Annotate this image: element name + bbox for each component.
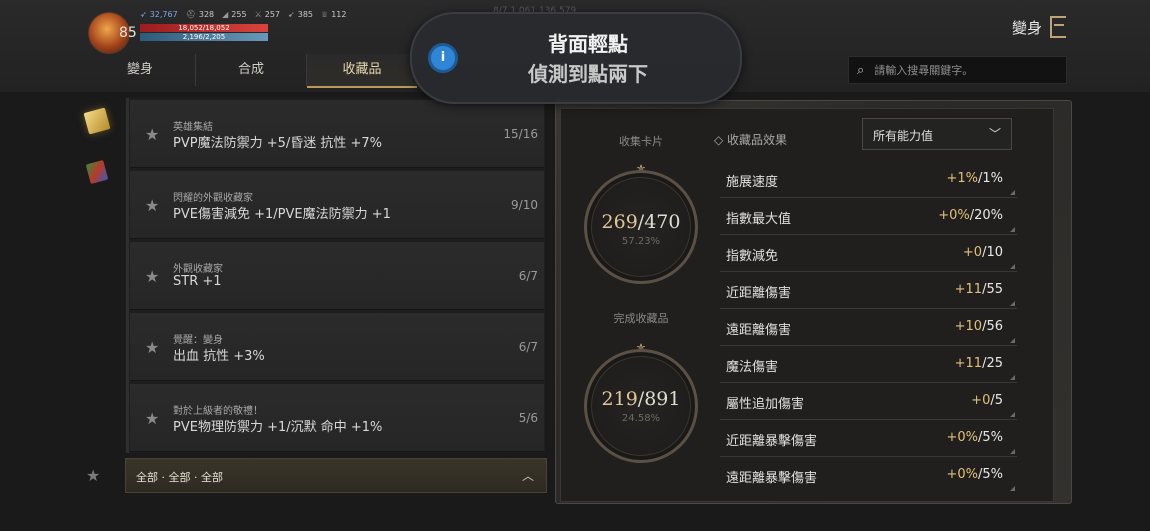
- collection-count: 6/7: [518, 269, 538, 283]
- corner-icon: [1010, 486, 1015, 491]
- completed-gauge-percent: 24.58%: [621, 413, 661, 424]
- info-icon: i: [428, 43, 458, 73]
- list-item[interactable]: ★ 閃耀的外觀收藏家 PVE傷害減免 +1/PVE魔法防禦力 +1 9/10: [130, 171, 544, 239]
- tab-synthesis[interactable]: 合成: [196, 54, 307, 86]
- collection-category: 覺醒：變身: [173, 335, 223, 346]
- stat-wing: ◢ 255: [222, 10, 247, 19]
- chevron-down-icon: ﹀: [988, 127, 1001, 141]
- star-icon[interactable]: ★: [145, 338, 159, 357]
- star-icon[interactable]: ★: [145, 409, 159, 428]
- search-input[interactable]: [872, 62, 1047, 78]
- effect-row: 屬性追加傷害 +0/5: [720, 382, 1017, 420]
- corner-icon: [1010, 338, 1015, 343]
- corner-icon: [1010, 449, 1015, 454]
- list-item[interactable]: ★ 覺醒：變身 出血 抗性 +3% 6/7: [130, 313, 544, 381]
- corner-icon: [1010, 412, 1015, 417]
- bow-icon: ➹: [288, 10, 295, 19]
- corner-icon: [1010, 227, 1015, 232]
- transform-label: 變身: [1012, 18, 1043, 37]
- cards-gauge-percent: 57.23%: [621, 236, 661, 247]
- cards-gauge-value: 269/470: [601, 211, 681, 233]
- hp-bar: 18,052/18,052: [140, 24, 268, 32]
- collection-count: 5/6: [518, 411, 538, 425]
- stat-sword: ⚔ 257: [254, 10, 281, 19]
- list-item[interactable]: ★ 對於上級者的敬禮！ PVE物理防禦力 +1/沉默 命中 +1% 5/6: [130, 384, 544, 452]
- stat-filter-dropdown[interactable]: 所有能力值 ﹀: [862, 118, 1012, 150]
- effect-row: 魔法傷害 +11/25: [720, 345, 1017, 383]
- corner-icon: [1010, 264, 1015, 269]
- completed-gauge-label: 完成收藏品: [613, 312, 669, 325]
- wing-icon: ◢: [222, 10, 229, 19]
- collection-effect: 出血 抗性 +3%: [173, 349, 265, 364]
- collection-count: 6/7: [518, 340, 538, 354]
- mp-bar: 2,196/2,205: [140, 33, 268, 41]
- collection-category: 對於上級者的敬禮！: [173, 406, 263, 417]
- stat-helmet: ⛑ 328: [185, 10, 215, 19]
- collection-category: 閃耀的外觀收藏家: [173, 193, 253, 204]
- effect-row: 近距離傷害 +11/55: [720, 271, 1017, 309]
- stat-filter-value: 所有能力值: [873, 129, 934, 143]
- cards-gauge-label: 收集卡片: [619, 135, 663, 148]
- effect-row: 施展速度 +1%/1%: [720, 160, 1017, 198]
- toast-title: 背面輕點: [548, 32, 628, 56]
- helmet-icon: ⛑: [185, 10, 196, 19]
- player-stats: ➶ 32,767 ⛑ 328 ◢ 255 ⚔ 257 ➹ 385 ♕ 112: [140, 10, 346, 19]
- list-scrollbar[interactable]: [126, 98, 129, 453]
- exit-icon: [1050, 16, 1067, 38]
- trophy-icon: ♕: [321, 10, 329, 19]
- feather-icon: ➶: [140, 10, 147, 19]
- tab-bar: 變身 合成 收藏品: [85, 54, 417, 88]
- corner-icon: [1010, 190, 1015, 195]
- star-icon[interactable]: ★: [145, 196, 159, 215]
- card-book-icon[interactable]: [85, 160, 109, 184]
- completed-gauge-value: 219/891: [601, 388, 681, 410]
- corner-icon: [1010, 375, 1015, 380]
- filter-dropdown[interactable]: 全部 · 全部 · 全部 ︿: [125, 458, 547, 493]
- player-level: 85: [119, 25, 137, 41]
- list-item[interactable]: ★ 英雄集結 PVP魔法防禦力 +5/昏迷 抗性 +7% 15/16: [130, 100, 544, 168]
- collection-category: 英雄集結: [173, 122, 213, 133]
- stat-bow: ➹ 385: [288, 10, 314, 19]
- star-icon[interactable]: ★: [145, 267, 159, 286]
- collection-category: 外觀收藏家: [173, 264, 223, 275]
- effect-row: 遠距離傷害 +10/56: [720, 308, 1017, 346]
- favorite-star-icon[interactable]: ★: [86, 466, 100, 485]
- sword-icon: ⚔: [254, 10, 262, 19]
- collection-count: 9/10: [511, 198, 538, 212]
- star-icon[interactable]: ★: [145, 125, 159, 144]
- collection-book-icon[interactable]: [83, 107, 111, 135]
- stat-trophy: ♕ 112: [321, 10, 347, 19]
- collection-effect: PVE物理防禦力 +1/沉默 命中 +1%: [173, 420, 383, 435]
- effect-row: 指數最大值 +0%/20%: [720, 197, 1017, 235]
- chevron-up-icon: ︿: [521, 469, 534, 483]
- search-box[interactable]: ⌕: [848, 56, 1067, 84]
- tab-transform[interactable]: 變身: [85, 54, 196, 86]
- effect-row: 指數減免 +0/10: [720, 234, 1017, 272]
- collection-effect: PVE傷害減免 +1/PVE魔法防禦力 +1: [173, 207, 391, 222]
- corner-icon: [1010, 301, 1015, 306]
- list-item[interactable]: ★ 外觀收藏家 STR +1 6/7: [130, 242, 544, 310]
- transform-button[interactable]: 變身: [1012, 16, 1067, 38]
- effects-title: ◇ 收藏品效果: [714, 133, 788, 147]
- diamond-icon: ◇: [714, 133, 728, 147]
- collection-count: 15/16: [503, 127, 538, 141]
- collection-effect: STR +1: [173, 274, 222, 289]
- filter-label: 全部 · 全部 · 全部: [136, 471, 223, 484]
- toast-subtitle: 偵測到點兩下: [528, 62, 648, 86]
- tab-collection[interactable]: 收藏品: [307, 54, 417, 88]
- search-icon: ⌕: [857, 62, 865, 78]
- effect-row: 近距離暴擊傷害 +0%/5%: [720, 419, 1017, 457]
- stat-feather: ➶ 32,767: [140, 10, 178, 19]
- collection-effect: PVP魔法防禦力 +5/昏迷 抗性 +7%: [173, 136, 383, 151]
- effect-row: 遠距離暴擊傷害 +0%/5%: [720, 456, 1017, 493]
